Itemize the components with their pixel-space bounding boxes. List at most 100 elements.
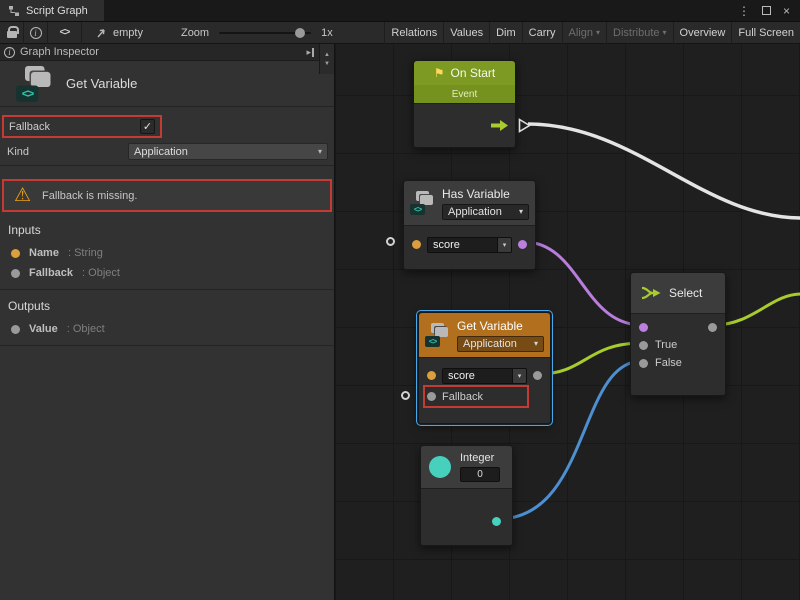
script-graph-window: Script Graph ⋮ × i <> empty Zoom 1x Rel <box>0 0 800 600</box>
flow-output-port[interactable] <box>518 118 531 133</box>
fallback-option-label: Fallback <box>9 121 50 133</box>
selection-output-port[interactable] <box>708 323 717 332</box>
zoom-slider-handle[interactable] <box>295 28 305 38</box>
more-icon[interactable]: ⋮ <box>738 4 750 18</box>
kind-label: Kind <box>7 146 128 158</box>
port-ring-getvariable-fallback[interactable] <box>401 391 410 400</box>
input-row-name: Name : String <box>0 243 334 263</box>
false-input-port[interactable] <box>639 359 648 368</box>
zoom-control: Zoom 1x <box>153 27 333 39</box>
chevron-down-icon: ▾ <box>519 208 523 216</box>
toolbar-buttons: Relations Values Dim Carry Align▾ Distri… <box>384 22 800 44</box>
overview-button[interactable]: Overview <box>673 22 732 44</box>
scroll-up-icon[interactable]: ▲ <box>324 52 330 58</box>
value-port-icon <box>11 325 20 334</box>
bool-output-port[interactable] <box>518 240 527 249</box>
titlebar: Script Graph ⋮ × <box>0 0 800 22</box>
node-body: True False <box>631 313 725 395</box>
false-port-label: False <box>655 357 682 369</box>
name-input-port[interactable] <box>427 371 436 380</box>
fallback-checkbox[interactable]: ✓ <box>140 119 155 134</box>
distribute-button[interactable]: Distribute▾ <box>606 22 672 44</box>
zoom-slider[interactable] <box>219 32 311 34</box>
kind-row: Kind Application ▾ <box>0 140 334 166</box>
integer-output-port[interactable] <box>492 517 501 526</box>
variable-picker-button[interactable]: ▾ <box>513 368 527 384</box>
variable-picker-button[interactable]: ▾ <box>498 237 512 253</box>
value-port-icon <box>11 269 20 278</box>
flag-icon: ⚑ <box>434 66 445 80</box>
kind-dropdown[interactable]: Application ▾ <box>128 143 328 160</box>
script-graph-icon <box>8 5 20 17</box>
node-has-variable[interactable]: <> Has Variable Application ▾ sc <box>403 180 536 270</box>
chevron-down-icon: ▾ <box>534 340 538 348</box>
variable-name-field[interactable]: score <box>442 368 513 384</box>
tab-label: Script Graph <box>26 5 88 17</box>
fallback-option-highlight: Fallback ✓ <box>2 115 162 138</box>
name-input-port[interactable] <box>412 240 421 249</box>
graph-breadcrumb[interactable]: empty <box>82 27 153 39</box>
graph-canvas[interactable]: ⚑ On Start Event <box>335 44 800 600</box>
scroll-arrows[interactable]: ▲ ▼ <box>319 44 334 74</box>
carry-button[interactable]: Carry <box>522 22 562 44</box>
inspector-toggle-button[interactable]: i <box>24 22 48 44</box>
node-subtitle: Event <box>414 85 515 103</box>
kind-dropdown[interactable]: Application ▾ <box>442 204 529 220</box>
node-title: Integer <box>460 452 500 464</box>
check-icon: ✓ <box>143 120 152 133</box>
chevron-down-icon: ▾ <box>318 148 322 156</box>
node-title: Has Variable <box>442 187 529 201</box>
code-view-button[interactable]: <> <box>48 22 82 44</box>
input-row-fallback: Fallback : Object <box>0 263 334 283</box>
relations-button[interactable]: Relations <box>384 22 443 44</box>
node-body <box>421 488 512 545</box>
value-output-port[interactable] <box>533 371 542 380</box>
values-button[interactable]: Values <box>443 22 489 44</box>
code-icon: <> <box>410 204 425 215</box>
graph-inspector-panel: ▲ ▼ i Graph Inspector ▸ <> Get Variable … <box>0 44 335 600</box>
graph-toolbar: i <> empty Zoom 1x Relations Values Dim … <box>0 22 800 44</box>
zoom-label: Zoom <box>181 27 209 39</box>
node-title: On Start <box>451 66 496 80</box>
integer-icon <box>429 456 451 478</box>
inputs-header: Inputs <box>0 214 334 243</box>
zoom-value: 1x <box>321 27 333 39</box>
scroll-down-icon[interactable]: ▼ <box>324 61 330 67</box>
lock-button[interactable] <box>0 22 24 44</box>
fallback-input-port[interactable] <box>427 392 436 401</box>
graph-ref-label: empty <box>113 27 143 39</box>
warning-icon: ⚠ <box>14 186 31 205</box>
variable-name-field[interactable]: score <box>427 237 498 253</box>
info-icon: i <box>30 27 42 39</box>
true-input-port[interactable] <box>639 341 648 350</box>
value-port-icon <box>11 249 20 258</box>
node-body: score ▾ Fallback <box>419 357 550 423</box>
integer-value-field[interactable]: 0 <box>460 467 500 482</box>
unit-title: Get Variable <box>66 76 137 91</box>
condition-input-port[interactable] <box>639 323 648 332</box>
node-on-start[interactable]: ⚑ On Start Event <box>413 60 516 148</box>
node-select[interactable]: Select True False <box>630 272 726 396</box>
align-button[interactable]: Align▾ <box>562 22 606 44</box>
get-variable-icon: <> <box>425 323 451 347</box>
tab-script-graph[interactable]: Script Graph <box>0 0 104 21</box>
node-get-variable[interactable]: <> Get Variable Application ▾ sc <box>418 312 551 424</box>
node-integer[interactable]: Integer 0 <box>420 445 513 546</box>
get-variable-icon: <> <box>16 66 55 102</box>
close-icon[interactable]: × <box>783 4 790 18</box>
dock-icon[interactable]: ▸ <box>306 47 314 58</box>
wire-getvariable-true[interactable] <box>539 343 642 374</box>
inspector-header-label: Graph Inspector <box>20 46 99 58</box>
flow-arrow-icon <box>490 119 509 132</box>
variables-icon <box>31 72 51 87</box>
dim-button[interactable]: Dim <box>489 22 522 44</box>
kind-dropdown[interactable]: Application ▾ <box>457 336 544 352</box>
full-screen-button[interactable]: Full Screen <box>731 22 800 44</box>
has-variable-header: <> Has Variable Application ▾ <box>404 181 535 225</box>
wire-select-output[interactable] <box>714 294 800 325</box>
port-ring-hasvariable-name[interactable] <box>386 237 395 246</box>
wire-flow-onstart[interactable] <box>528 124 800 218</box>
code-icon: <> <box>16 85 39 102</box>
fallback-port-label: Fallback <box>442 391 483 403</box>
maximize-icon[interactable] <box>762 6 771 15</box>
